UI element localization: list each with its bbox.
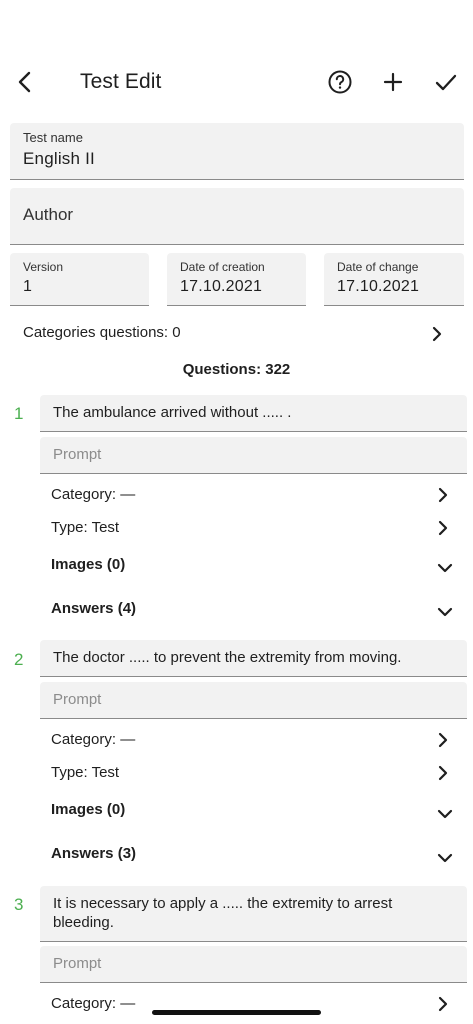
date-of-change-value: 17.10.2021 — [337, 278, 420, 295]
question-text: It is necessary to apply a ..... the ext… — [53, 895, 393, 931]
type-label: Type: Test — [51, 519, 120, 536]
back-arrow-icon[interactable] — [10, 66, 42, 98]
date-of-creation-field[interactable]: Date of creation 17.10.2021 — [167, 253, 306, 306]
date-of-creation-label: Date of creation — [180, 260, 265, 274]
images-expander[interactable]: Images (0) — [40, 551, 467, 581]
questions-count-heading: Questions: 322 — [182, 361, 291, 378]
category-row[interactable]: Category: — — [40, 726, 467, 754]
type-row[interactable]: Type: Test — [40, 759, 467, 787]
category-label: Category: — — [51, 731, 136, 748]
question-text: The ambulance arrived without ..... . — [53, 404, 292, 421]
test-name-field[interactable]: Test name English II — [10, 123, 464, 180]
version-value: 1 — [23, 278, 33, 295]
chevron-down-icon — [436, 849, 454, 867]
test-name-value: English II — [23, 149, 95, 168]
chevron-right-icon — [434, 486, 452, 504]
chevron-right-icon — [434, 519, 452, 537]
question-text-field[interactable]: The doctor ..... to prevent the extremit… — [40, 640, 467, 677]
help-circle-icon[interactable] — [324, 66, 356, 98]
home-indicator — [152, 1010, 321, 1015]
categories-questions-label: Categories questions: 0 — [23, 324, 181, 341]
version-label: Version — [23, 260, 64, 274]
question-number: 1 — [14, 404, 24, 423]
chevron-right-icon — [434, 764, 452, 782]
answers-expander[interactable]: Answers (4) — [40, 595, 467, 625]
plus-icon[interactable] — [377, 66, 409, 98]
chevron-down-icon — [436, 805, 454, 823]
chevron-right-icon — [428, 325, 446, 343]
chevron-down-icon — [436, 559, 454, 577]
question-text-field[interactable]: The ambulance arrived without ..... . — [40, 395, 467, 432]
category-row[interactable]: Category: — — [40, 481, 467, 509]
app-bar: Test Edit — [0, 60, 473, 106]
answers-label: Answers (4) — [51, 600, 137, 617]
images-expander[interactable]: Images (0) — [40, 796, 467, 826]
test-edit-screen: Test Edit Test name English II Author Ve… — [0, 0, 473, 1024]
version-field[interactable]: Version 1 — [10, 253, 149, 306]
check-icon[interactable] — [430, 66, 462, 98]
category-label: Category: — — [51, 486, 136, 503]
test-name-label: Test name — [23, 130, 83, 145]
prompt-field[interactable]: Prompt — [40, 437, 467, 474]
prompt-placeholder: Prompt — [53, 691, 102, 708]
author-field[interactable]: Author — [10, 188, 464, 245]
chevron-down-icon — [436, 603, 454, 621]
prompt-field[interactable]: Prompt — [40, 946, 467, 983]
categories-questions-row[interactable]: Categories questions: 0 — [0, 318, 473, 348]
type-row[interactable]: Type: Test — [40, 514, 467, 542]
images-label: Images (0) — [51, 556, 126, 573]
author-label: Author — [23, 205, 74, 224]
date-of-change-field[interactable]: Date of change 17.10.2021 — [324, 253, 464, 306]
prompt-field[interactable]: Prompt — [40, 682, 467, 719]
question-number: 2 — [14, 650, 24, 669]
answers-label: Answers (3) — [51, 845, 137, 862]
prompt-placeholder: Prompt — [53, 446, 102, 463]
question-number: 3 — [14, 895, 24, 914]
chevron-right-icon — [434, 995, 452, 1013]
question-text: The doctor ..... to prevent the extremit… — [53, 649, 402, 666]
answers-expander[interactable]: Answers (3) — [40, 840, 467, 870]
type-label: Type: Test — [51, 764, 120, 781]
chevron-right-icon — [434, 731, 452, 749]
category-label: Category: — — [51, 995, 136, 1012]
date-of-change-label: Date of change — [337, 260, 419, 274]
images-label: Images (0) — [51, 801, 126, 818]
page-title: Test Edit — [80, 70, 162, 93]
question-text-field[interactable]: It is necessary to apply a ..... the ext… — [40, 886, 467, 942]
date-of-creation-value: 17.10.2021 — [180, 278, 263, 295]
prompt-placeholder: Prompt — [53, 955, 102, 972]
